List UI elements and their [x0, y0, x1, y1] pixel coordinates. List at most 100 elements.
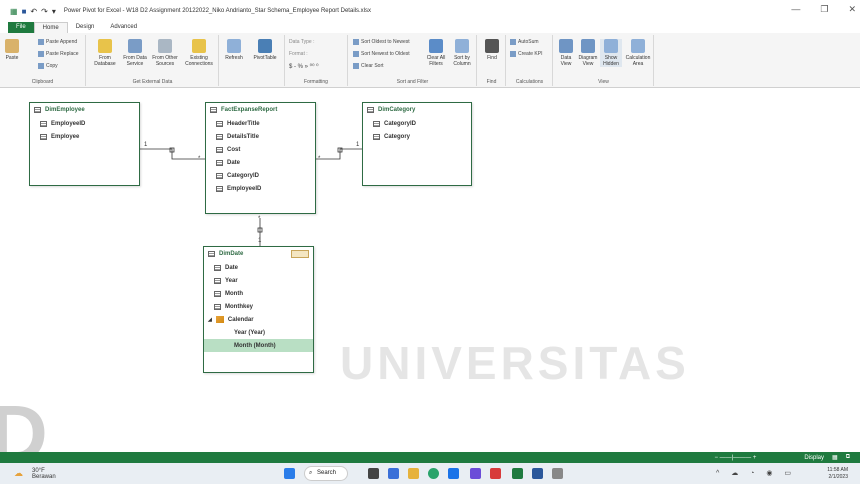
tab-home[interactable]: Home — [33, 22, 68, 33]
field-categoryid[interactable]: CategoryID — [363, 117, 471, 130]
field-monthkey[interactable]: Monthkey — [204, 300, 313, 313]
tab-advanced[interactable]: Advanced — [102, 22, 145, 33]
tab-design[interactable]: Design — [68, 22, 103, 33]
table-icon — [210, 107, 217, 113]
field-employee[interactable]: Employee — [30, 130, 139, 143]
field-cost[interactable]: Cost — [206, 143, 315, 156]
quick-access-toolbar: ▦ ■ ↶ ↷ ▾ — [10, 7, 56, 16]
from-database-button[interactable]: From Database — [91, 39, 119, 67]
field-date[interactable]: Date — [204, 261, 313, 274]
calculations-group: AutoSum Create KPI Calculations — [507, 35, 553, 86]
table-options-icon[interactable] — [291, 250, 309, 258]
ribbon: Paste Paste Append Paste Replace Copy Cl… — [0, 33, 860, 88]
customize-icon[interactable]: ▾ — [52, 7, 56, 16]
from-other-sources-button[interactable]: From Other Sources — [151, 39, 179, 67]
redo-icon[interactable]: ↷ — [41, 7, 48, 16]
close-icon[interactable]: ✕ — [848, 4, 856, 15]
windows-start-icon[interactable] — [284, 468, 295, 479]
paste-button[interactable]: Paste — [3, 39, 21, 61]
hierarchy-level-month[interactable]: Month (Month) — [204, 339, 313, 352]
task-view-icon[interactable] — [368, 468, 379, 479]
paste-replace-button[interactable]: Paste Replace — [38, 51, 79, 57]
table-header: DimEmployee — [30, 103, 139, 117]
existing-connections-button[interactable]: Existing Connections — [183, 39, 215, 67]
paste-append-icon — [38, 39, 44, 45]
expand-icon[interactable]: ◢ — [208, 317, 212, 323]
app-icon[interactable] — [470, 468, 481, 479]
field-headertitle[interactable]: HeaderTitle — [206, 117, 315, 130]
system-tray-icons[interactable]: ^ ☁ ◔ ◉ ▭ — [716, 469, 796, 477]
minimize-icon[interactable]: — — [791, 4, 800, 15]
edge-icon[interactable] — [428, 468, 439, 479]
diagram-view-icon[interactable]: ⧉ — [846, 454, 850, 461]
sort-by-column-button[interactable]: Sort by Column — [449, 39, 475, 67]
calculation-area-button[interactable]: Calculation Area — [624, 39, 652, 67]
diagram-canvas[interactable]: UNIVERSITAS 1 * * 1 * 1 DimEmployee Empl… — [0, 88, 860, 478]
weather-widget[interactable]: 30°F Berawan — [32, 468, 56, 480]
save-icon[interactable]: ■ — [22, 7, 27, 16]
field-categoryid[interactable]: CategoryID — [206, 169, 315, 182]
data-type-field[interactable]: Data Type : — [289, 39, 314, 45]
clear-sort-button[interactable]: Clear Sort — [353, 63, 384, 69]
field-year[interactable]: Year — [204, 274, 313, 287]
rel-category-many: * — [318, 156, 321, 162]
app-icon-red[interactable] — [490, 468, 501, 479]
excel-taskbar-icon[interactable] — [512, 468, 523, 479]
paste-append-button[interactable]: Paste Append — [38, 39, 77, 45]
clear-all-filters-button[interactable]: Clear All Filters — [423, 39, 449, 67]
binoculars-icon — [485, 39, 499, 53]
from-data-service-button[interactable]: From Data Service — [121, 39, 149, 67]
restore-icon[interactable]: ❐ — [820, 4, 828, 15]
file-explorer-icon[interactable] — [408, 468, 419, 479]
field-employeeid[interactable]: EmployeeID — [206, 182, 315, 195]
table-dimcategory[interactable]: DimCategory CategoryID Category — [362, 102, 472, 186]
field-category[interactable]: Category — [363, 130, 471, 143]
field-date[interactable]: Date — [206, 156, 315, 169]
display-label[interactable]: Display — [804, 455, 824, 461]
undo-icon[interactable]: ↶ — [30, 7, 37, 16]
sort-asc-icon — [353, 39, 359, 45]
autosum-button[interactable]: AutoSum — [510, 39, 539, 45]
tab-file[interactable]: File — [8, 22, 34, 33]
column-icon — [214, 264, 221, 271]
diagram-view-button[interactable]: Diagram View — [577, 39, 599, 67]
column-icon — [373, 133, 380, 140]
clock[interactable]: 11:58 AM 2/1/2023 — [827, 467, 848, 481]
relationship-category-line[interactable] — [316, 148, 362, 160]
sort-desc-button[interactable]: Sort Newest to Oldest — [353, 51, 410, 57]
store-icon[interactable] — [448, 468, 459, 479]
taskbar-search[interactable]: ⌕ Search — [304, 466, 348, 481]
pivottable-button[interactable]: PivotTable — [250, 39, 280, 61]
field-employeeid[interactable]: EmployeeID — [30, 117, 139, 130]
field-month[interactable]: Month — [204, 287, 313, 300]
find-group: Find Find — [478, 35, 506, 86]
table-factexpansereport[interactable]: FactExpanseReport HeaderTitle DetailsTit… — [205, 102, 316, 214]
hierarchy-calendar[interactable]: ◢ Calendar — [204, 313, 313, 326]
refresh-button[interactable]: Refresh — [222, 39, 246, 61]
filter-icon — [429, 39, 443, 53]
excel-icon[interactable]: ▦ — [10, 7, 18, 16]
word-taskbar-icon[interactable] — [532, 468, 543, 479]
copy-button[interactable]: Copy — [38, 63, 58, 69]
calculator-icon[interactable] — [552, 468, 563, 479]
field-detailstitle[interactable]: DetailsTitle — [206, 130, 315, 143]
sort-filter-label: Sort and Filter — [396, 79, 429, 85]
diagram-view-icon — [581, 39, 595, 53]
table-dimemployee[interactable]: DimEmployee EmployeeID Employee — [29, 102, 140, 186]
sort-asc-button[interactable]: Sort Oldest to Newest — [353, 39, 410, 45]
format-field[interactable]: Format : — [289, 51, 308, 57]
zoom-slider[interactable]: − ——|——— + — [714, 455, 756, 461]
show-hidden-button[interactable]: Show Hidden — [600, 39, 622, 67]
grid-view-icon[interactable]: ▦ — [832, 454, 838, 461]
create-kpi-button[interactable]: Create KPI — [510, 51, 542, 57]
table-icon — [34, 107, 41, 113]
table-dimdate[interactable]: DimDate Date Year Month Monthkey ◢ Calend… — [203, 246, 314, 373]
relationship-employee-line[interactable] — [140, 148, 205, 160]
column-icon — [216, 146, 223, 153]
find-button[interactable]: Find — [482, 39, 502, 61]
hierarchy-level-year[interactable]: Year (Year) — [204, 326, 313, 339]
connections-icon — [192, 39, 206, 53]
data-view-button[interactable]: Data View — [556, 39, 576, 67]
widgets-icon[interactable] — [388, 468, 399, 479]
number-format-buttons[interactable]: $ - % » ⁰⁰ ⁰ — [289, 63, 319, 70]
